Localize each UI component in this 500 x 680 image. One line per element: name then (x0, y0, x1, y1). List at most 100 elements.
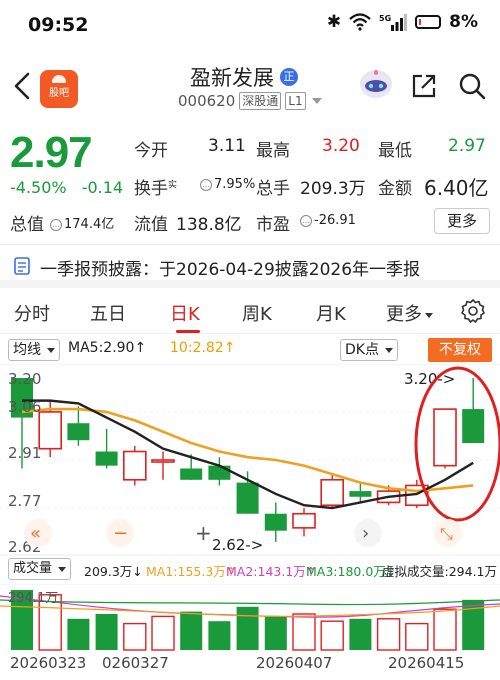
battery-percent: 8% (449, 12, 478, 32)
volume-max-label: 294.1万 (8, 591, 58, 606)
candle-body (264, 513, 287, 531)
tab-weekly-k[interactable]: 周K (242, 300, 272, 326)
volume-bar (208, 621, 231, 650)
candle-body (320, 478, 345, 507)
info-icon: … (50, 218, 62, 231)
low-label: 最低 (378, 141, 412, 161)
candle-body (433, 408, 457, 467)
earnings-notice[interactable]: 一季报预披露：于2026-04-29披露2026年一季报 (0, 244, 500, 288)
zoom-out-button[interactable]: − (113, 523, 128, 544)
share-icon[interactable] (410, 72, 438, 100)
stock-name: 盈新发展 (190, 66, 274, 90)
y-tick: 2.91 (8, 444, 41, 462)
volume-chart[interactable]: 294.1万 (0, 584, 500, 652)
chevron-down-icon (47, 347, 55, 353)
ma-select[interactable]: 均线 (8, 339, 60, 361)
search-icon[interactable] (458, 72, 486, 100)
low-marker: 2.62-> (212, 536, 263, 554)
tab-daily-k[interactable]: 日K (170, 300, 200, 326)
candlestick-chart[interactable]: 3.20 3.06 2.91 2.77 2.62 3.20-> 2.62-> «… (0, 364, 500, 556)
adjust-button[interactable]: 不复权 (428, 338, 492, 362)
tab-five-day[interactable]: 五日 (90, 300, 126, 326)
volume-bar (405, 622, 429, 651)
tab-monthly-k[interactable]: 月K (316, 300, 346, 326)
chevron-down-icon (384, 347, 393, 353)
volume-select[interactable]: 成交量 (8, 558, 72, 580)
volume-bar (349, 618, 372, 650)
candle-body (180, 468, 203, 480)
volume-value: 209.3万 (300, 179, 366, 199)
last-price: 2.97 (10, 128, 93, 177)
scroll-right-button[interactable]: › (362, 523, 369, 544)
indicator-row: 均线 MA5:2.90↑ 10:2.82↑ DK点 不复权 (0, 336, 500, 364)
y-tick: 3.20 (8, 370, 41, 388)
turnover-label: 换手实 (134, 179, 178, 199)
tab-more[interactable]: 更多 (386, 300, 433, 326)
amount-value: 6.40亿 (424, 176, 489, 200)
open-value: 3.11 (208, 136, 246, 156)
more-quote-button[interactable]: 更多 (434, 208, 490, 234)
high-value: 3.20 (322, 136, 360, 156)
vol-ma3-line (0, 599, 500, 606)
volume-bars (11, 590, 485, 651)
chart-tabs: 分时 五日 日K 周K 月K 更多 (0, 290, 500, 334)
status-bar: 09:52 ✱ 5G 8% (0, 0, 500, 48)
amount-label: 金额 (378, 179, 412, 199)
ma5-readout: MA5:2.90↑ (68, 340, 147, 356)
dk-point-select[interactable]: DK点 (340, 339, 398, 361)
pe-value: … -26.91 (300, 213, 356, 228)
stock-code-row[interactable]: 000620 深股通 L1 (178, 92, 322, 110)
vol-ma1-readout: MA1:155.3万↑ (146, 564, 237, 579)
gear-icon[interactable] (460, 298, 486, 324)
candle-body (67, 423, 90, 441)
tab-intraday[interactable]: 分时 (14, 300, 50, 326)
level-tag: L1 (285, 92, 306, 110)
low-value: 2.97 (448, 136, 486, 156)
status-time: 09:52 (28, 14, 89, 36)
change-percent: -4.50% (10, 178, 67, 197)
annotation-circle (414, 366, 500, 522)
guba-logo-button[interactable]: 股吧 (40, 70, 78, 108)
high-label: 最高 (256, 141, 290, 161)
back-button[interactable] (8, 66, 38, 106)
volume-label: 总手 (256, 179, 290, 199)
candle-body (349, 491, 372, 497)
notice-text: 一季报预披露：于2026-04-29披露2026年一季报 (40, 260, 421, 280)
volume-bar (320, 620, 344, 651)
volume-bar (376, 618, 401, 651)
y-tick: 2.77 (8, 492, 41, 510)
active-tab-indicator (176, 330, 200, 333)
network-label: 5G (379, 14, 391, 23)
volume-bar (180, 611, 203, 650)
float-cap-value: 138.8亿 (176, 215, 242, 235)
volume-bar (151, 615, 175, 651)
volume-bar (67, 618, 90, 650)
scroll-left-button[interactable]: « (30, 523, 41, 544)
grid (0, 364, 500, 556)
official-badge: 正 (280, 68, 298, 86)
mkt-cap-value: … 174.4亿 (50, 217, 115, 232)
signal-icon: 5G (379, 14, 408, 31)
volume-bar (123, 622, 147, 651)
volume-bar (264, 616, 287, 650)
virtual-volume-readout: 虚拟成交量:294.1万 (382, 564, 497, 579)
chevron-down-icon (425, 312, 433, 318)
expand-button[interactable]: ⤡ (440, 524, 453, 543)
candle-body (292, 512, 316, 529)
volume-bar (433, 608, 457, 651)
float-cap-label: 流值 (134, 215, 168, 235)
date-label: 20260415 (388, 654, 465, 672)
candle-body (208, 465, 231, 480)
volume-bar (292, 613, 316, 651)
pe-label: 市盈 (256, 215, 290, 235)
guba-logo-text: 股吧 (49, 88, 69, 99)
stock-title-group: 盈新发展 正 (190, 62, 298, 92)
document-icon (14, 257, 30, 275)
change-row: -4.50% -0.14 (10, 178, 133, 197)
battery-icon (415, 15, 442, 29)
ai-assistant-icon[interactable] (358, 66, 394, 102)
chevron-down-icon (311, 98, 322, 104)
y-tick: 3.06 (8, 398, 41, 416)
zoom-in-button[interactable]: + (195, 521, 212, 545)
candle-body (95, 451, 118, 466)
